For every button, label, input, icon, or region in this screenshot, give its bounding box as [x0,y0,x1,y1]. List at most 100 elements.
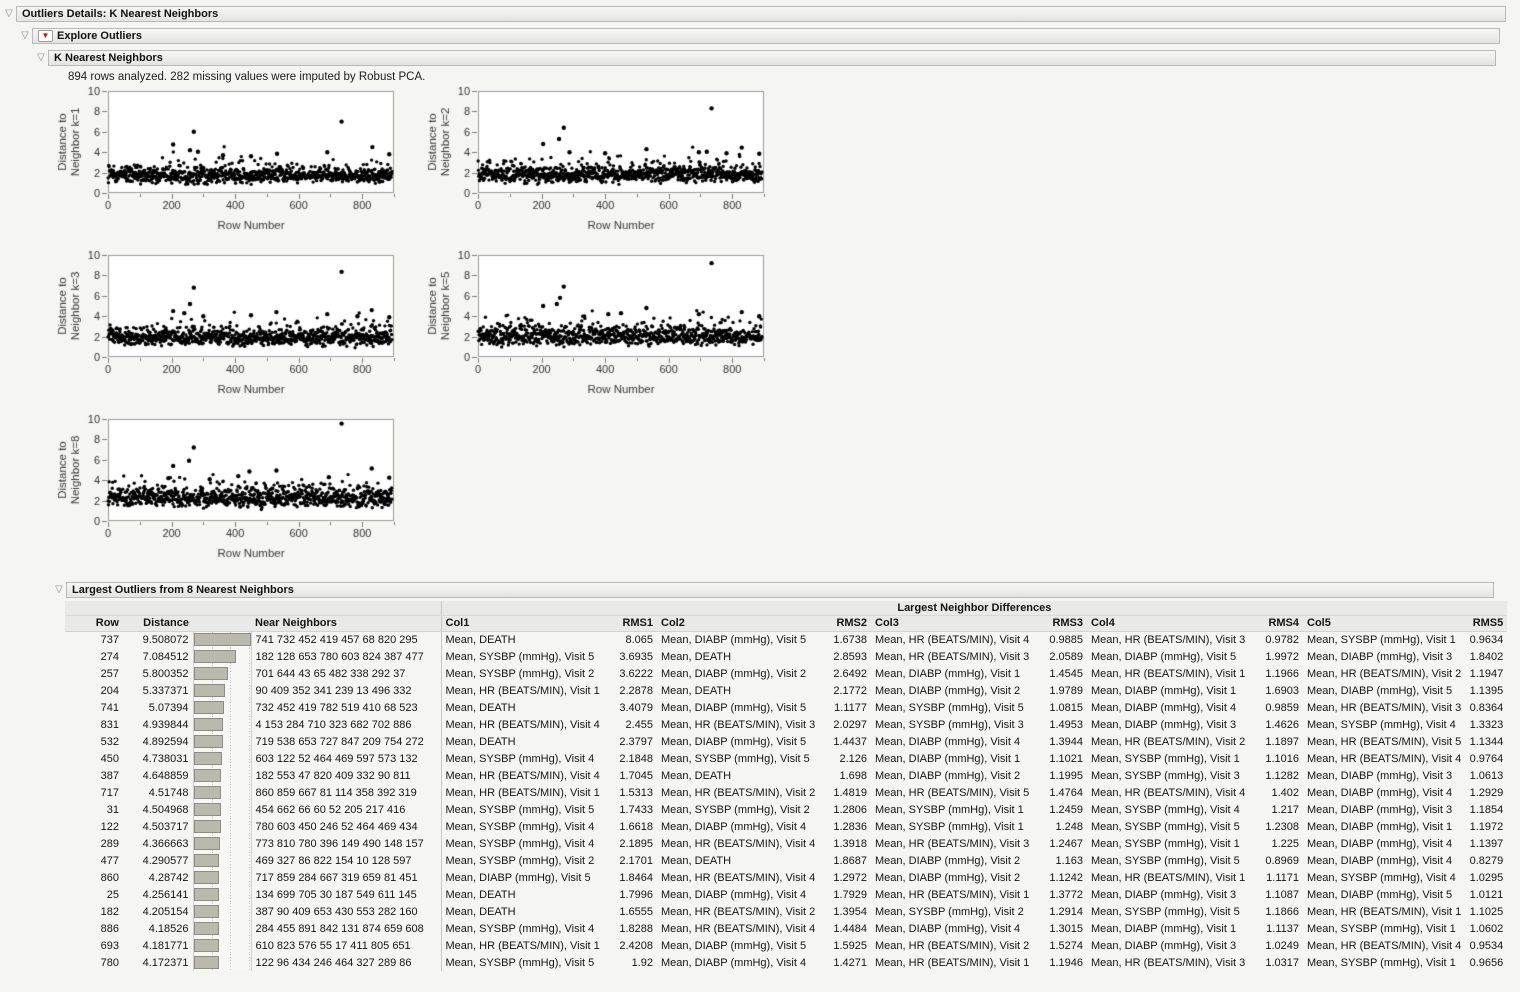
outline-title-outliers-details[interactable]: Outliers Details: K Nearest Neighbors [16,6,1506,22]
knn-distance-plot-k3[interactable] [52,250,402,410]
cell-rms3: 1.0815 [1039,699,1087,716]
cell-row: 289 [65,835,123,852]
cell-rms1: 2.3797 [609,733,657,750]
disclosure-triangle-icon[interactable]: ▽ [18,29,32,43]
table-row[interactable]: 7174.51748860 859 667 81 114 358 392 319… [65,784,1507,801]
cell-col4: Mean, SYSBP (mmHg), Visit 5 [1087,903,1255,920]
cell-distance: 4.51748 [123,784,193,801]
cell-col4: Mean, DIABP (mmHg), Visit 4 [1087,699,1255,716]
table-row[interactable]: 314.504968454 662 66 60 52 205 217 416Me… [65,801,1507,818]
cell-distance: 5.337371 [123,682,193,699]
column-header-distance[interactable]: Distance [123,615,193,631]
table-row[interactable]: 7379.508072741 732 452 419 457 68 820 29… [65,631,1507,648]
cell-col1: Mean, SYSBP (mmHg), Visit 5 [441,801,609,818]
cell-rms1: 1.8288 [609,920,657,937]
table-row[interactable]: 5324.892594719 538 653 727 847 209 754 2… [65,733,1507,750]
column-header-rms4[interactable]: RMS4 [1255,615,1303,631]
cell-rms5: 1.0602 [1465,920,1507,937]
column-header-col1[interactable]: Col1 [441,615,609,631]
table-row[interactable]: 2575.800352701 644 43 65 482 338 292 37M… [65,665,1507,682]
table-row[interactable]: 2747.084512182 128 653 780 603 824 387 4… [65,648,1507,665]
disclosure-triangle-icon[interactable]: ▽ [34,51,48,65]
column-header-rms2[interactable]: RMS2 [823,615,871,631]
outline-title-largest-outliers[interactable]: Largest Outliers from 8 Nearest Neighbor… [66,582,1494,598]
cell-rms1: 3.6935 [609,648,657,665]
table-row[interactable]: 2045.33737190 409 352 341 239 13 496 332… [65,682,1507,699]
cell-rms4: 0.9859 [1255,699,1303,716]
cell-rms1: 2.1848 [609,750,657,767]
cell-col2: Mean, HR (BEATS/MIN), Visit 4 [657,835,823,852]
cell-rms2: 1.7929 [823,886,871,903]
red-triangle-menu-button[interactable]: ▼ [38,30,53,42]
cell-col3: Mean, SYSBP (mmHg), Visit 3 [871,716,1039,733]
cell-rms2: 1.6738 [823,631,871,648]
knn-distance-plot-k8[interactable] [52,414,402,574]
cell-rms2: 1.2836 [823,818,871,835]
cell-rms1: 1.5313 [609,784,657,801]
column-header-col4[interactable]: Col4 [1087,615,1255,631]
table-row[interactable]: 8864.18526284 455 891 842 131 874 659 60… [65,920,1507,937]
cell-neighbors: 610 823 576 55 17 411 805 651 [251,937,441,954]
table-row[interactable]: 7415.07394732 452 419 782 519 410 68 523… [65,699,1507,716]
column-header-near-neighbors[interactable]: Near Neighbors [251,615,441,631]
distance-bar [194,922,219,935]
column-header-rms3[interactable]: RMS3 [1039,615,1087,631]
cell-col1: Mean, DEATH [441,699,609,716]
cell-distance: 5.07394 [123,699,193,716]
column-header-col3[interactable]: Col3 [871,615,1039,631]
cell-rms5: 1.3323 [1465,716,1507,733]
outline-title-explore-outliers[interactable]: ▼ Explore Outliers [32,28,1500,44]
table-row[interactable]: 1824.205154387 90 409 653 430 553 282 16… [65,903,1507,920]
disclosure-triangle-icon[interactable]: ▽ [2,7,16,21]
table-row[interactable]: 7804.172371122 96 434 246 464 327 289 86… [65,954,1507,971]
distance-bar-cell [193,852,251,869]
table-row[interactable]: 254.256141134 699 705 30 187 549 611 145… [65,886,1507,903]
cell-neighbors: 741 732 452 419 457 68 820 295 [251,631,441,648]
outline-title-k-nearest-neighbors[interactable]: K Nearest Neighbors [48,50,1496,66]
knn-distance-plot-k5[interactable] [422,250,772,410]
cell-rms4: 1.1087 [1255,886,1303,903]
cell-col3: Mean, HR (BEATS/MIN), Visit 4 [871,631,1039,648]
distance-bar [194,837,220,850]
table-row[interactable]: 3874.648859182 553 47 820 409 332 90 811… [65,767,1507,784]
cell-rms1: 1.8464 [609,869,657,886]
table-row[interactable]: 8604.28742717 859 284 667 319 659 81 451… [65,869,1507,886]
cell-col5: Mean, DIABP (mmHg), Visit 5 [1303,886,1465,903]
cell-col2: Mean, DIABP (mmHg), Visit 4 [657,886,823,903]
table-row[interactable]: 6934.181771610 823 576 55 17 411 805 651… [65,937,1507,954]
cell-col3: Mean, HR (BEATS/MIN), Visit 3 [871,835,1039,852]
cell-row: 274 [65,648,123,665]
distance-bar [194,871,220,884]
column-header-distance-bar[interactable] [193,615,251,631]
cell-rms4: 1.6903 [1255,682,1303,699]
table-row[interactable]: 4504.738031603 122 52 464 469 597 573 13… [65,750,1507,767]
column-header-col2[interactable]: Col2 [657,615,823,631]
cell-col4: Mean, HR (BEATS/MIN), Visit 3 [1087,954,1255,971]
cell-col5: Mean, SYSBP (mmHg), Visit 1 [1303,920,1465,937]
distance-bar-cell [193,886,251,903]
table-row[interactable]: 8314.9398444 153 284 710 323 682 702 886… [65,716,1507,733]
cell-rms3: 1.4953 [1039,716,1087,733]
cell-col4: Mean, DIABP (mmHg), Visit 1 [1087,682,1255,699]
column-header-rms1[interactable]: RMS1 [609,615,657,631]
table-row[interactable]: 2894.366663773 810 780 396 149 490 148 1… [65,835,1507,852]
column-header-rms5[interactable]: RMS5 [1465,615,1507,631]
cell-col4: Mean, SYSBP (mmHg), Visit 1 [1087,750,1255,767]
cell-distance: 7.084512 [123,648,193,665]
knn-distance-plot-k2[interactable] [422,86,772,246]
table-row[interactable]: 4774.290577469 327 86 822 154 10 128 597… [65,852,1507,869]
cell-rms5: 1.2929 [1465,784,1507,801]
column-header-row[interactable]: Row [65,615,123,631]
column-header-col5[interactable]: Col5 [1303,615,1465,631]
distance-bar-cell [193,818,251,835]
cell-col5: Mean, DIABP (mmHg), Visit 4 [1303,784,1465,801]
cell-row: 717 [65,784,123,801]
cell-rms4: 1.9972 [1255,648,1303,665]
cell-rms2: 2.0297 [823,716,871,733]
knn-distance-plot-k1[interactable] [52,86,402,246]
disclosure-triangle-icon[interactable]: ▽ [52,583,66,597]
cell-col3: Mean, DIABP (mmHg), Visit 2 [871,682,1039,699]
group-header-spacer [65,601,441,615]
table-row[interactable]: 1224.503717780 603 450 246 52 464 469 43… [65,818,1507,835]
cell-rms4: 1.0317 [1255,954,1303,971]
